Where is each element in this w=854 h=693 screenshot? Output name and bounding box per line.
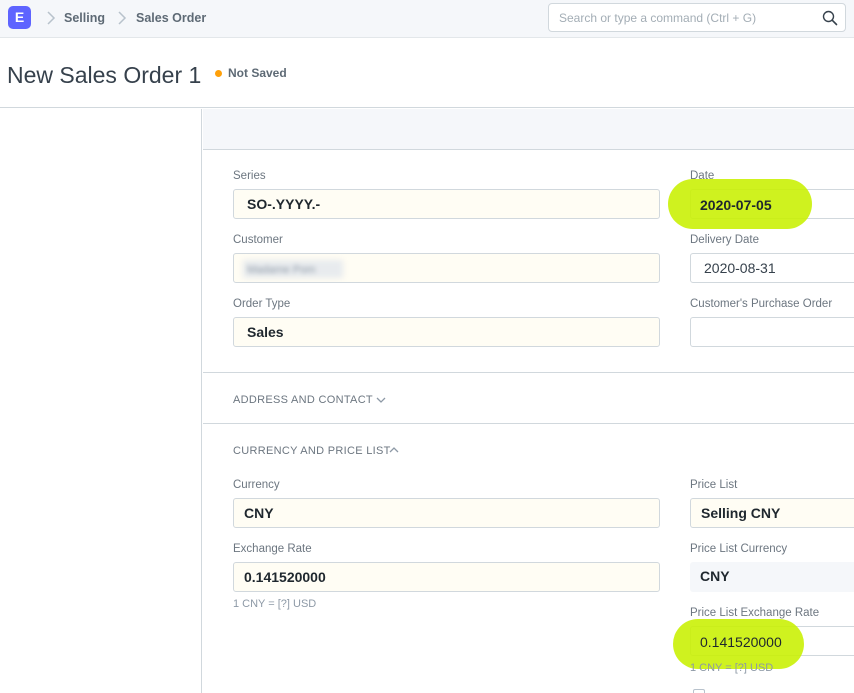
exchange-rate-help: 1 CNY = [?] USD — [233, 598, 317, 610]
series-field[interactable]: SO-.YYYY.- — [233, 189, 660, 219]
chevron-right-icon — [47, 11, 56, 25]
price-list-field[interactable]: Selling CNY — [690, 498, 854, 528]
breadcrumb-sales-order[interactable]: Sales Order — [136, 10, 206, 26]
status-badge: Not Saved — [228, 66, 287, 80]
delivery-date-field[interactable]: 2020-08-31 — [690, 253, 854, 283]
customer-po-field[interactable] — [690, 317, 854, 347]
page-title: New Sales Order 1 — [7, 62, 202, 88]
exchange-rate-label: Exchange Rate — [233, 543, 312, 555]
order-type-field[interactable]: Sales — [233, 317, 660, 347]
date-field[interactable]: 2020-07-05 — [700, 196, 772, 214]
page-head: New Sales Order 1 Not Saved — [0, 39, 854, 108]
navbar: E Selling Sales Order — [0, 0, 854, 38]
exchange-rate-field[interactable]: 0.141520000 — [233, 562, 660, 592]
price-list-exchange-rate-field[interactable]: 0.141520000 — [700, 633, 782, 651]
customer-value-redacted: Madame Pom — [247, 264, 316, 276]
search-box — [548, 3, 846, 32]
chevron-right-icon — [118, 11, 127, 25]
breadcrumb-selling[interactable]: Selling — [64, 10, 105, 26]
checkbox[interactable] — [693, 689, 705, 693]
form-area: Series SO-.YYYY.- Customer Madame Pom Or… — [203, 109, 854, 693]
search-input[interactable] — [549, 4, 819, 31]
series-label: Series — [233, 170, 266, 182]
currency-section-title[interactable]: CURRENCY AND PRICE LIST — [233, 444, 391, 458]
address-section-title[interactable]: ADDRESS AND CONTACT — [233, 393, 373, 407]
delivery-date-label: Delivery Date — [690, 234, 760, 246]
customer-po-label: Customer's Purchase Order — [690, 298, 833, 310]
price-list-label: Price List — [690, 479, 738, 491]
chevron-down-icon[interactable] — [375, 395, 387, 405]
customer-field[interactable]: Madame Pom — [233, 253, 660, 283]
price-list-currency-label: Price List Currency — [690, 543, 788, 555]
price-list-exchange-rate-label: Price List Exchange Rate — [690, 607, 820, 619]
section-divider — [203, 372, 854, 373]
app-logo[interactable]: E — [8, 6, 31, 29]
customer-label: Customer — [233, 234, 283, 246]
currency-field[interactable]: CNY — [233, 498, 660, 528]
price-list-currency-field: CNY — [690, 562, 854, 592]
price-list-exchange-rate-help: 1 CNY = [?] USD — [690, 662, 774, 674]
sidebar — [0, 109, 202, 693]
status-indicator-dot — [215, 70, 222, 77]
section-divider — [203, 423, 854, 424]
form-header-band — [203, 109, 854, 150]
chevron-up-icon[interactable] — [388, 445, 400, 455]
order-type-label: Order Type — [233, 298, 291, 310]
currency-label: Currency — [233, 479, 280, 491]
search-icon[interactable] — [822, 10, 838, 26]
